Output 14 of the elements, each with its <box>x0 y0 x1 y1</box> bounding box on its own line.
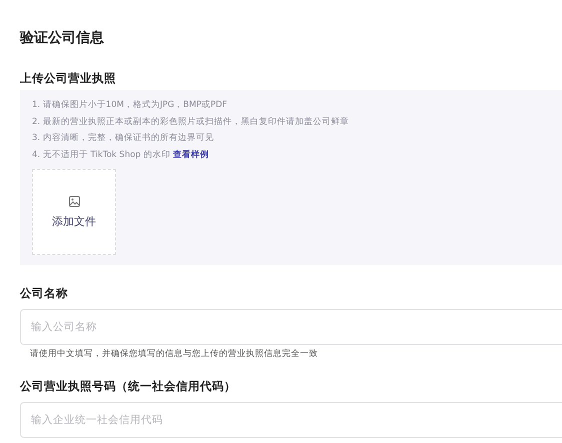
image-icon <box>68 196 80 207</box>
field-label: 公司营业执照号码（统一社会信用代码） <box>20 379 236 393</box>
view-example-link[interactable]: 查看样例 <box>173 150 210 160</box>
hint-text: 请使用中文填写，并确保您填写的信息与您上传的营业执照信息完全一致 <box>30 349 318 360</box>
field-label: 公司名称 <box>20 286 68 300</box>
add-file-button[interactable]: 添加文件 <box>32 169 116 255</box>
page-title: 验证公司信息 <box>20 30 104 47</box>
input-field[interactable]: 输入公司名称 <box>20 309 562 345</box>
requirement-text: 3. 内容清晰，完整，确保证书的所有边界可见 <box>32 132 214 145</box>
input-field[interactable]: 输入企业统一社会信用代码 <box>20 402 562 438</box>
requirement-text: 1. 请确保图片小于10M，格式为JPG，BMP或PDF <box>32 99 228 112</box>
upload-label: 上传公司营业执照 <box>20 71 116 85</box>
requirement-text: 4. 无不适用于 TikTok Shop 的水印 查看样例 <box>32 148 210 162</box>
requirement-text: 2. 最新的营业执照正本或副本的彩色照片或扫描件，黑白复印件请加盖公司鲜章 <box>32 116 349 128</box>
